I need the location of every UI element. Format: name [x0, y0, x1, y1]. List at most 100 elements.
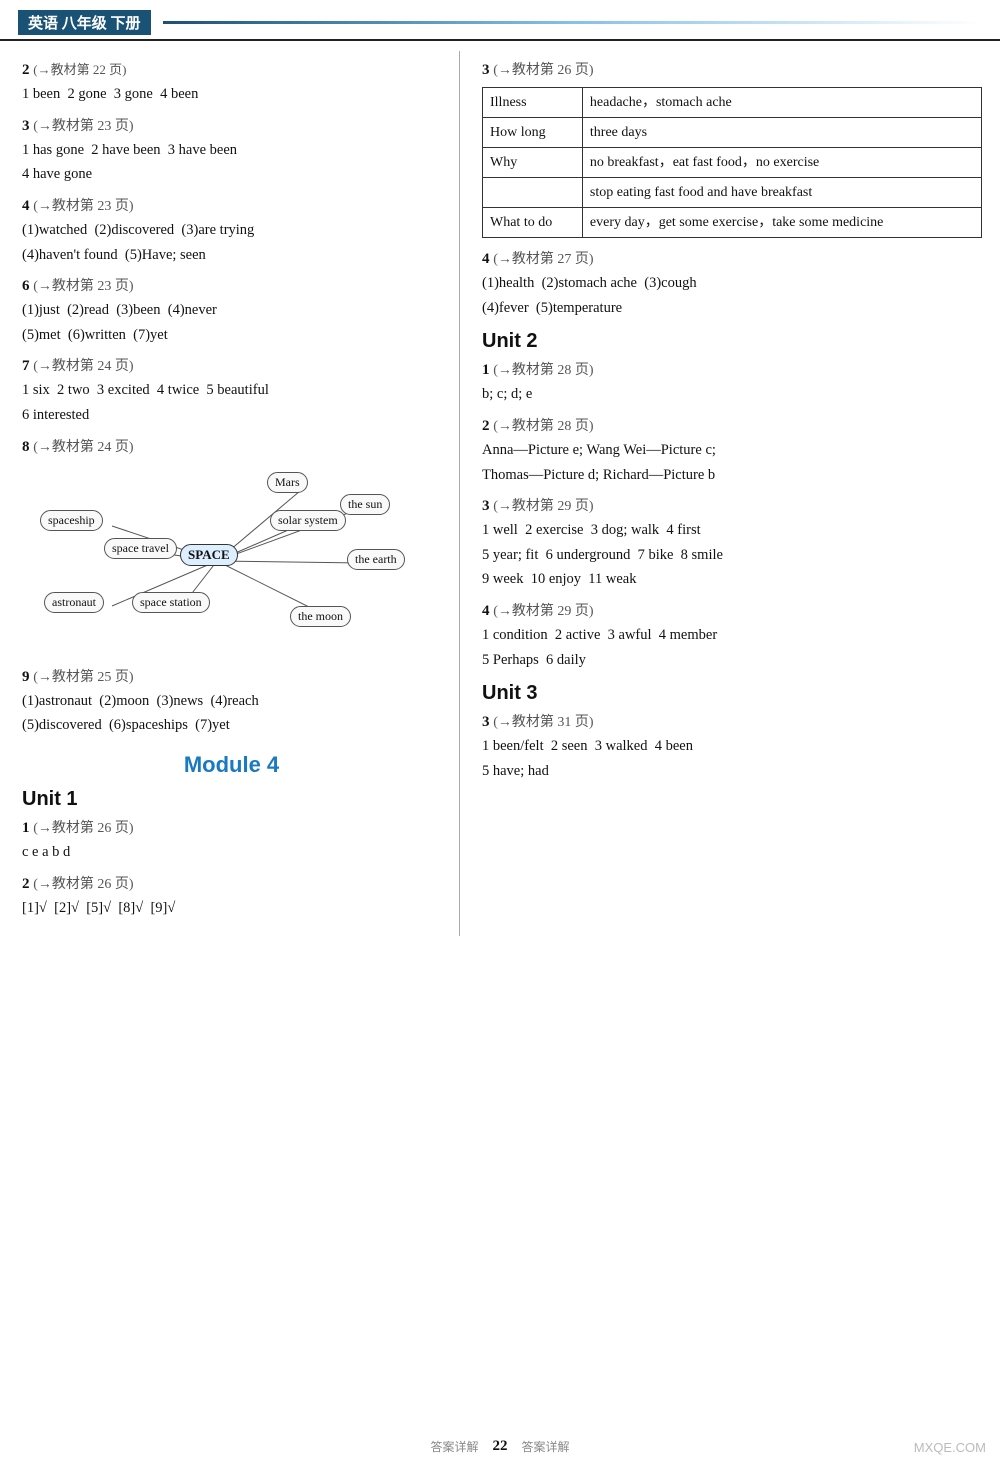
mm-node-mars: Mars [267, 472, 308, 493]
mm-node-astronaut: astronaut [44, 592, 104, 613]
q9-left: 9 (→教材第 25 页) (1)astronaut (2)moon (3)ne… [22, 666, 441, 738]
footer-left-text: 答案详解 [430, 1438, 478, 1455]
q3-right: 3 (→教材第 26 页) [482, 59, 982, 79]
q3-left-answer: 1 has gone 2 have been 3 have been4 have… [22, 138, 441, 187]
q1-u2-answer: b; c; d; e [482, 382, 982, 407]
q3-left-ref: (→教材第 23 页) [33, 119, 133, 134]
table-row-whattodo: What to do every day，get some exercise，t… [483, 208, 982, 238]
table-row-howlong: How long three days [483, 118, 982, 148]
unit1-title-left: Unit 1 [22, 788, 441, 811]
q2-u2-num: 2 [482, 418, 493, 434]
td-whattodo-value: every day，get some exercise，take some me… [582, 208, 981, 238]
q6-left-num: 6 [22, 278, 33, 294]
mind-map: Mars the sun spaceship solar system SPAC… [22, 466, 442, 656]
header-title: 英语 八年级 下册 [18, 10, 151, 35]
q4-u2: 4 (→教材第 29 页) 1 condition 2 active 3 awf… [482, 600, 982, 672]
main-columns: 2 (→教材第 22 页) 1 been 2 gone 3 gone 4 bee… [0, 51, 1000, 936]
q2-m4u1-answer: [1]√ [2]√ [5]√ [8]√ [9]√ [22, 896, 441, 921]
q8-left: 8 (→教材第 24 页) [22, 436, 441, 456]
left-column: 2 (→教材第 22 页) 1 been 2 gone 3 gone 4 bee… [0, 51, 460, 936]
table-row-why: Why no breakfast，eat fast food，no exerci… [483, 148, 982, 178]
watermark: MXQE.COM [914, 1440, 986, 1455]
q1-u2-ref: (→教材第 28 页) [493, 363, 593, 378]
q6-left: 6 (→教材第 23 页) (1)just (2)read (3)been (4… [22, 275, 441, 347]
q3-u3: 3 (→教材第 31 页) 1 been/felt 2 seen 3 walke… [482, 711, 982, 783]
page-wrapper: 英语 八年级 下册 2 (→教材第 22 页) 1 been 2 gone 3 … [0, 0, 1000, 966]
right-column: 3 (→教材第 26 页) Illness headache，stomach a… [460, 51, 1000, 936]
q2-m4u1: 2 (→教材第 26 页) [1]√ [2]√ [5]√ [8]√ [9]√ [22, 873, 441, 921]
page-footer: 答案详解 22 答案详解 [0, 1438, 1000, 1455]
td-whattodo-label: What to do [483, 208, 583, 238]
unit2-title: Unit 2 [482, 330, 982, 353]
q3-left: 3 (→教材第 23 页) 1 has gone 2 have been 3 h… [22, 115, 441, 187]
mm-node-solar: solar system [270, 510, 346, 531]
q2-answer: 1 been 2 gone 3 gone 4 been [22, 82, 441, 107]
q2-ref: (→教材第 22 页) [33, 62, 126, 77]
td-stop-label [483, 178, 583, 208]
q4-left-ref: (→教材第 23 页) [33, 199, 133, 214]
q4-right-ref: (→教材第 27 页) [493, 252, 593, 267]
q9-left-num: 9 [22, 669, 33, 685]
q3-u3-answer: 1 been/felt 2 seen 3 walked 4 been5 have… [482, 734, 982, 783]
mm-node-moon: the moon [290, 606, 351, 627]
mm-node-spaceship: spaceship [40, 510, 103, 531]
table-row-illness: Illness headache，stomach ache [483, 88, 982, 118]
q2-m4u1-num: 2 [22, 876, 33, 892]
header-bar [163, 21, 982, 24]
q1-m4u1-ref: (→教材第 26 页) [33, 821, 133, 836]
q1-u2-num: 1 [482, 362, 493, 378]
td-why-value: no breakfast，eat fast food，no exercise [582, 148, 981, 178]
q8-left-ref: (→教材第 24 页) [33, 440, 133, 455]
td-why-label: Why [483, 148, 583, 178]
q4-right-answer: (1)health (2)stomach ache (3)cough(4)fev… [482, 271, 982, 320]
q4-u2-answer: 1 condition 2 active 3 awful 4 member5 P… [482, 623, 982, 672]
q1-m4u1: 1 (→教材第 26 页) c e a b d [22, 817, 441, 865]
q4-u2-num: 4 [482, 603, 493, 619]
q8-left-num: 8 [22, 439, 33, 455]
unit3-title: Unit 3 [482, 682, 982, 705]
td-illness-label: Illness [483, 88, 583, 118]
q4-left: 4 (→教材第 23 页) (1)watched (2)discovered (… [22, 195, 441, 267]
td-illness-value: headache，stomach ache [582, 88, 981, 118]
table-row-stop: stop eating fast food and have breakfast [483, 178, 982, 208]
q3-u2-answer: 1 well 2 exercise 3 dog; walk 4 first5 y… [482, 518, 982, 592]
q7-left-ref: (→教材第 24 页) [33, 359, 133, 374]
q2-u2-ref: (→教材第 28 页) [493, 419, 593, 434]
q3-right-ref: (→教材第 26 页) [493, 63, 593, 78]
q1-m4u1-answer: c e a b d [22, 840, 441, 865]
q6-left-ref: (→教材第 23 页) [33, 279, 133, 294]
q1-u2: 1 (→教材第 28 页) b; c; d; e [482, 359, 982, 407]
q4-right: 4 (→教材第 27 页) (1)health (2)stomach ache … [482, 248, 982, 320]
q3-right-num: 3 [482, 62, 493, 78]
illness-table: Illness headache，stomach ache How long t… [482, 87, 982, 238]
q7-left: 7 (→教材第 24 页) 1 six 2 two 3 excited 4 tw… [22, 355, 441, 427]
q4-u2-ref: (→教材第 29 页) [493, 604, 593, 619]
mm-node-space-station: space station [132, 592, 210, 613]
q2-u2: 2 (→教材第 28 页) Anna—Picture e; Wang Wei—P… [482, 415, 982, 487]
q4-left-num: 4 [22, 198, 33, 214]
td-stop-value: stop eating fast food and have breakfast [582, 178, 981, 208]
td-howlong-label: How long [483, 118, 583, 148]
footer-right-text: 答案详解 [522, 1438, 570, 1455]
q3-u3-num: 3 [482, 714, 493, 730]
mm-node-center: SPACE [180, 544, 238, 566]
q6-left-answer: (1)just (2)read (3)been (4)never(5)met (… [22, 298, 441, 347]
q3-u3-ref: (→教材第 31 页) [493, 715, 593, 730]
q3-u2: 3 (→教材第 29 页) 1 well 2 exercise 3 dog; w… [482, 495, 982, 592]
q4-left-answer: (1)watched (2)discovered (3)are trying(4… [22, 218, 441, 267]
mm-node-sun: the sun [340, 494, 390, 515]
q2-num: 2 [22, 62, 33, 78]
q4-right-num: 4 [482, 251, 493, 267]
mm-node-earth: the earth [347, 549, 405, 570]
q1-m4u1-num: 1 [22, 820, 33, 836]
q2-m4u1-ref: (→教材第 26 页) [33, 877, 133, 892]
page-number: 22 [493, 1438, 508, 1455]
q2-u2-answer: Anna—Picture e; Wang Wei—Picture c;Thoma… [482, 438, 982, 487]
td-howlong-value: three days [582, 118, 981, 148]
q9-left-ref: (→教材第 25 页) [33, 670, 133, 685]
module4-title: Module 4 [22, 752, 441, 778]
page-header: 英语 八年级 下册 [0, 10, 1000, 41]
q2: 2 (→教材第 22 页) 1 been 2 gone 3 gone 4 bee… [22, 59, 441, 107]
q9-left-answer: (1)astronaut (2)moon (3)news (4)reach(5)… [22, 689, 441, 738]
q3-left-num: 3 [22, 118, 33, 134]
